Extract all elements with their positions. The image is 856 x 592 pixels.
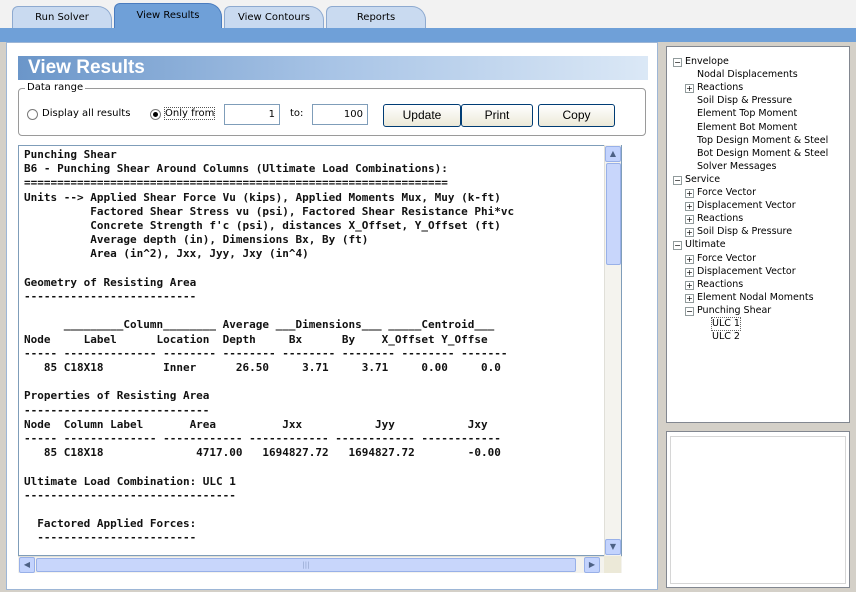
- tree-item[interactable]: Envelope: [685, 56, 729, 68]
- tree-item[interactable]: Displacement Vector: [697, 200, 796, 212]
- tree-item[interactable]: Solver Messages: [697, 161, 776, 173]
- scrollbar-corner: [604, 556, 621, 573]
- tab-content-header-bar: [0, 28, 856, 42]
- page-title: View Results: [18, 56, 648, 80]
- tree-expander-icon[interactable]: +: [685, 202, 694, 212]
- tree-expander-icon[interactable]: −: [673, 241, 682, 251]
- only-from-label[interactable]: Only from: [163, 107, 216, 120]
- tree-item[interactable]: Element Bot Moment: [697, 122, 797, 134]
- arrow-down-icon[interactable]: ▼: [605, 539, 621, 555]
- tree-item[interactable]: Reactions: [697, 82, 743, 94]
- display-all-radio[interactable]: [27, 109, 38, 120]
- tree-item[interactable]: Bot Design Moment & Steel: [697, 148, 828, 160]
- tab-run-solver[interactable]: Run Solver: [12, 6, 112, 28]
- tab-reports[interactable]: Reports: [326, 6, 426, 28]
- tree-expander-icon[interactable]: −: [673, 175, 682, 185]
- tree-expander-icon[interactable]: +: [685, 215, 694, 225]
- tree-item[interactable]: Displacement Vector: [697, 266, 796, 278]
- tree-expander-icon[interactable]: −: [685, 306, 694, 316]
- results-output-text[interactable]: Punching Shear B6 - Punching Shear Aroun…: [18, 145, 622, 556]
- tree-item[interactable]: Ultimate: [685, 239, 726, 251]
- horizontal-scroll-thumb[interactable]: |||: [36, 558, 576, 572]
- only-from-radio[interactable]: [150, 109, 161, 120]
- range-from-input[interactable]: 1: [224, 104, 280, 125]
- tree-item[interactable]: Element Nodal Moments: [697, 292, 814, 304]
- data-range-legend: Data range: [25, 82, 86, 93]
- tree-expander-icon[interactable]: +: [685, 293, 694, 303]
- results-output-content: Punching Shear B6 - Punching Shear Aroun…: [24, 148, 515, 545]
- tree-expander-icon[interactable]: +: [685, 84, 694, 94]
- tree-item[interactable]: ULC 2: [712, 331, 740, 343]
- tree-item[interactable]: Force Vector: [697, 253, 756, 265]
- update-button[interactable]: Update: [383, 104, 461, 127]
- tree-item[interactable]: Soil Disp & Pressure: [697, 226, 792, 238]
- arrow-up-icon[interactable]: ▲: [605, 146, 621, 162]
- arrow-right-icon[interactable]: ▶: [584, 557, 600, 573]
- tree-item[interactable]: Soil Disp & Pressure: [697, 95, 792, 107]
- display-all-label[interactable]: Display all results: [42, 108, 130, 119]
- tree-expander-icon[interactable]: +: [685, 267, 694, 277]
- range-to-label: to:: [290, 108, 304, 119]
- tree-item[interactable]: Reactions: [697, 213, 743, 225]
- vertical-scroll-thumb[interactable]: [606, 163, 621, 265]
- tree-item[interactable]: Force Vector: [697, 187, 756, 199]
- tree-item[interactable]: Service: [685, 174, 720, 186]
- range-to-input[interactable]: 100: [312, 104, 368, 125]
- tree-item[interactable]: Punching Shear: [697, 305, 771, 317]
- print-button[interactable]: Print: [461, 104, 533, 127]
- arrow-left-icon[interactable]: ◀: [19, 557, 35, 573]
- tab-view-contours[interactable]: View Contours: [224, 6, 324, 28]
- tree-item[interactable]: Nodal Displacements: [697, 69, 798, 81]
- tree-expander-icon[interactable]: +: [685, 254, 694, 264]
- output-horizontal-scrollbar[interactable]: ◀ ||| ▶: [18, 556, 622, 573]
- tab-view-results[interactable]: View Results: [114, 3, 222, 29]
- tree-item[interactable]: ULC 1: [711, 317, 741, 331]
- tree-item[interactable]: Element Top Moment: [697, 108, 797, 120]
- output-vertical-scrollbar[interactable]: ▲ ▼: [604, 145, 621, 556]
- tab-strip: Run Solver View Results View Contours Re…: [0, 0, 856, 29]
- tree-expander-icon[interactable]: −: [673, 58, 682, 67]
- copy-button[interactable]: Copy: [538, 104, 615, 127]
- tree-expander-icon[interactable]: +: [685, 189, 694, 198]
- tree-expander-icon[interactable]: +: [685, 228, 694, 238]
- tree-expander-icon[interactable]: +: [685, 280, 694, 290]
- tree-item[interactable]: Top Design Moment & Steel: [697, 135, 828, 147]
- results-tree[interactable]: − Envelope Nodal Displacements + Reactions So…: [666, 46, 850, 423]
- tree-item[interactable]: Reactions: [697, 279, 743, 291]
- details-pane: [666, 431, 850, 588]
